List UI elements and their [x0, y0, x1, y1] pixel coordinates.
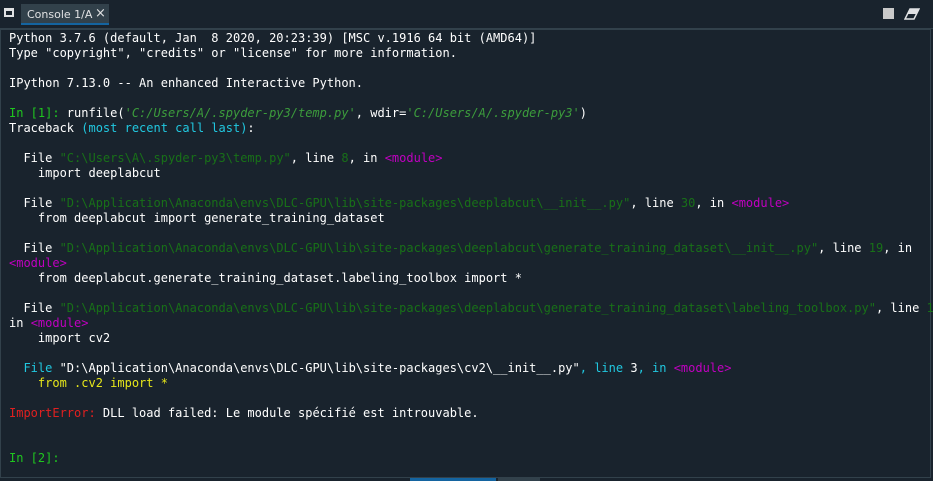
console-text: 8: [341, 151, 349, 165]
console-text: ImportError:: [9, 406, 96, 420]
console-text: , in: [695, 196, 732, 210]
console-text: <module>: [731, 196, 790, 210]
console-text: "D:\Application\Anaconda\envs\DLC-GPU\li…: [59, 196, 631, 210]
console-text: 30: [680, 196, 696, 210]
console-text: , line: [630, 196, 681, 210]
console-text: IPython 7.13.0 -- An enhanced Interactiv…: [9, 76, 364, 90]
console-text: File: [9, 361, 60, 375]
console-text: <module>: [30, 316, 89, 330]
console-text: 3: [630, 361, 638, 375]
console-line: from deeplabcut import generate_training…: [9, 211, 933, 226]
console-text: , line: [818, 241, 869, 255]
console-line: File "D:\Application\Anaconda\envs\DLC-G…: [9, 241, 933, 256]
console-line: File "D:\Application\Anaconda\envs\DLC-G…: [9, 361, 933, 376]
console-text: File: [9, 196, 60, 210]
console-line: from deeplabcut.generate_training_datase…: [9, 271, 933, 286]
console-text: from deeplabcut.generate_training_datase…: [9, 271, 522, 285]
console-text: from .cv2 import *: [9, 376, 168, 390]
console-text: <module>: [673, 361, 732, 375]
console-text: , in: [637, 361, 674, 375]
console-text: File: [9, 241, 60, 255]
console-text: "D:\Application\Anaconda\envs\DLC-GPU\li…: [59, 301, 876, 315]
console-line: Type "copyright", "credits" or "license"…: [9, 46, 933, 61]
console-text: 19: [868, 241, 884, 255]
eraser-icon[interactable]: [904, 8, 920, 20]
console-line: Python 3.7.6 (default, Jan 8 2020, 20:23…: [9, 31, 933, 46]
console-text: , line: [875, 301, 927, 315]
console-line: in <module>: [9, 316, 933, 331]
console-text: "D:\Application\Anaconda\envs\DLC-GPU\li…: [59, 241, 819, 255]
console-text: (most recent call last): [81, 121, 248, 135]
console-text: <module>: [9, 256, 67, 270]
console-line: File "D:\Application\Anaconda\envs\DLC-G…: [9, 196, 933, 211]
console-text: in: [9, 316, 31, 330]
console-text: Python 3.7.6 (default, Jan 8 2020, 20:23…: [9, 31, 537, 45]
console-text: In [1]:: [9, 106, 67, 120]
console-line: <module>: [9, 256, 933, 271]
console-text: , in: [883, 241, 913, 255]
console-text: , wdir=: [355, 106, 407, 120]
console-text: , in: [348, 151, 385, 165]
console-line: import cv2: [9, 331, 933, 346]
console-text: <module>: [384, 151, 443, 165]
console-text: 14: [926, 301, 933, 315]
console-line: import deeplabcut: [9, 166, 933, 181]
console-line: IPython 7.13.0 -- An enhanced Interactiv…: [9, 76, 933, 91]
console-text: In [2]:: [9, 451, 67, 465]
console-text: File: [9, 301, 60, 315]
console-line: File "D:\Application\Anaconda\envs\DLC-G…: [9, 301, 933, 316]
console-line: Traceback (most recent call last):: [9, 121, 933, 136]
console-text: from deeplabcut import generate_training…: [9, 211, 385, 225]
console-line: In [1]: runfile('C:/Users/A/.spyder-py3/…: [9, 106, 933, 121]
stop-kernel-icon[interactable]: [883, 8, 894, 19]
console-tab-bar: Console 1/A ×: [0, 0, 933, 29]
console-text: :: [247, 121, 255, 135]
console-line: File "C:\Users\A\.spyder-py3\temp.py", l…: [9, 151, 933, 166]
console-text: 'C:/Users/A/.spyder-py3': [406, 106, 580, 120]
console-text: 'C:/Users/A/.spyder-py3/temp.py': [124, 106, 356, 120]
console-text: DLL load failed: Le module spécifié est …: [95, 406, 479, 420]
console-text: import deeplabcut: [9, 166, 161, 180]
console-text: runfile(: [66, 106, 125, 120]
close-icon[interactable]: ×: [95, 6, 106, 21]
tab-label: Console 1/A: [27, 8, 93, 21]
console-text: , line: [290, 151, 342, 165]
ipython-console[interactable]: Python 3.7.6 (default, Jan 8 2020, 20:23…: [0, 29, 933, 478]
console-text: ): [579, 106, 587, 120]
console-text: Type "copyright", "credits" or "license"…: [9, 46, 457, 60]
console-text: File: [9, 151, 60, 165]
console-text: "C:\Users\A\.spyder-py3\temp.py": [59, 151, 291, 165]
console-text: "D:\Application\Anaconda\envs\DLC-GPU\li…: [59, 361, 580, 375]
window-icon[interactable]: [4, 8, 14, 17]
tab-console-1a[interactable]: Console 1/A ×: [21, 4, 109, 25]
console-line: In [2]:: [9, 451, 933, 466]
console-line: from .cv2 import *: [9, 376, 933, 391]
console-text: import cv2: [9, 331, 111, 345]
console-line: ImportError: DLL load failed: Le module …: [9, 406, 933, 421]
console-text: , line: [579, 361, 631, 375]
console-text: Traceback: [9, 121, 82, 135]
console-output: Python 3.7.6 (default, Jan 8 2020, 20:23…: [9, 31, 933, 466]
